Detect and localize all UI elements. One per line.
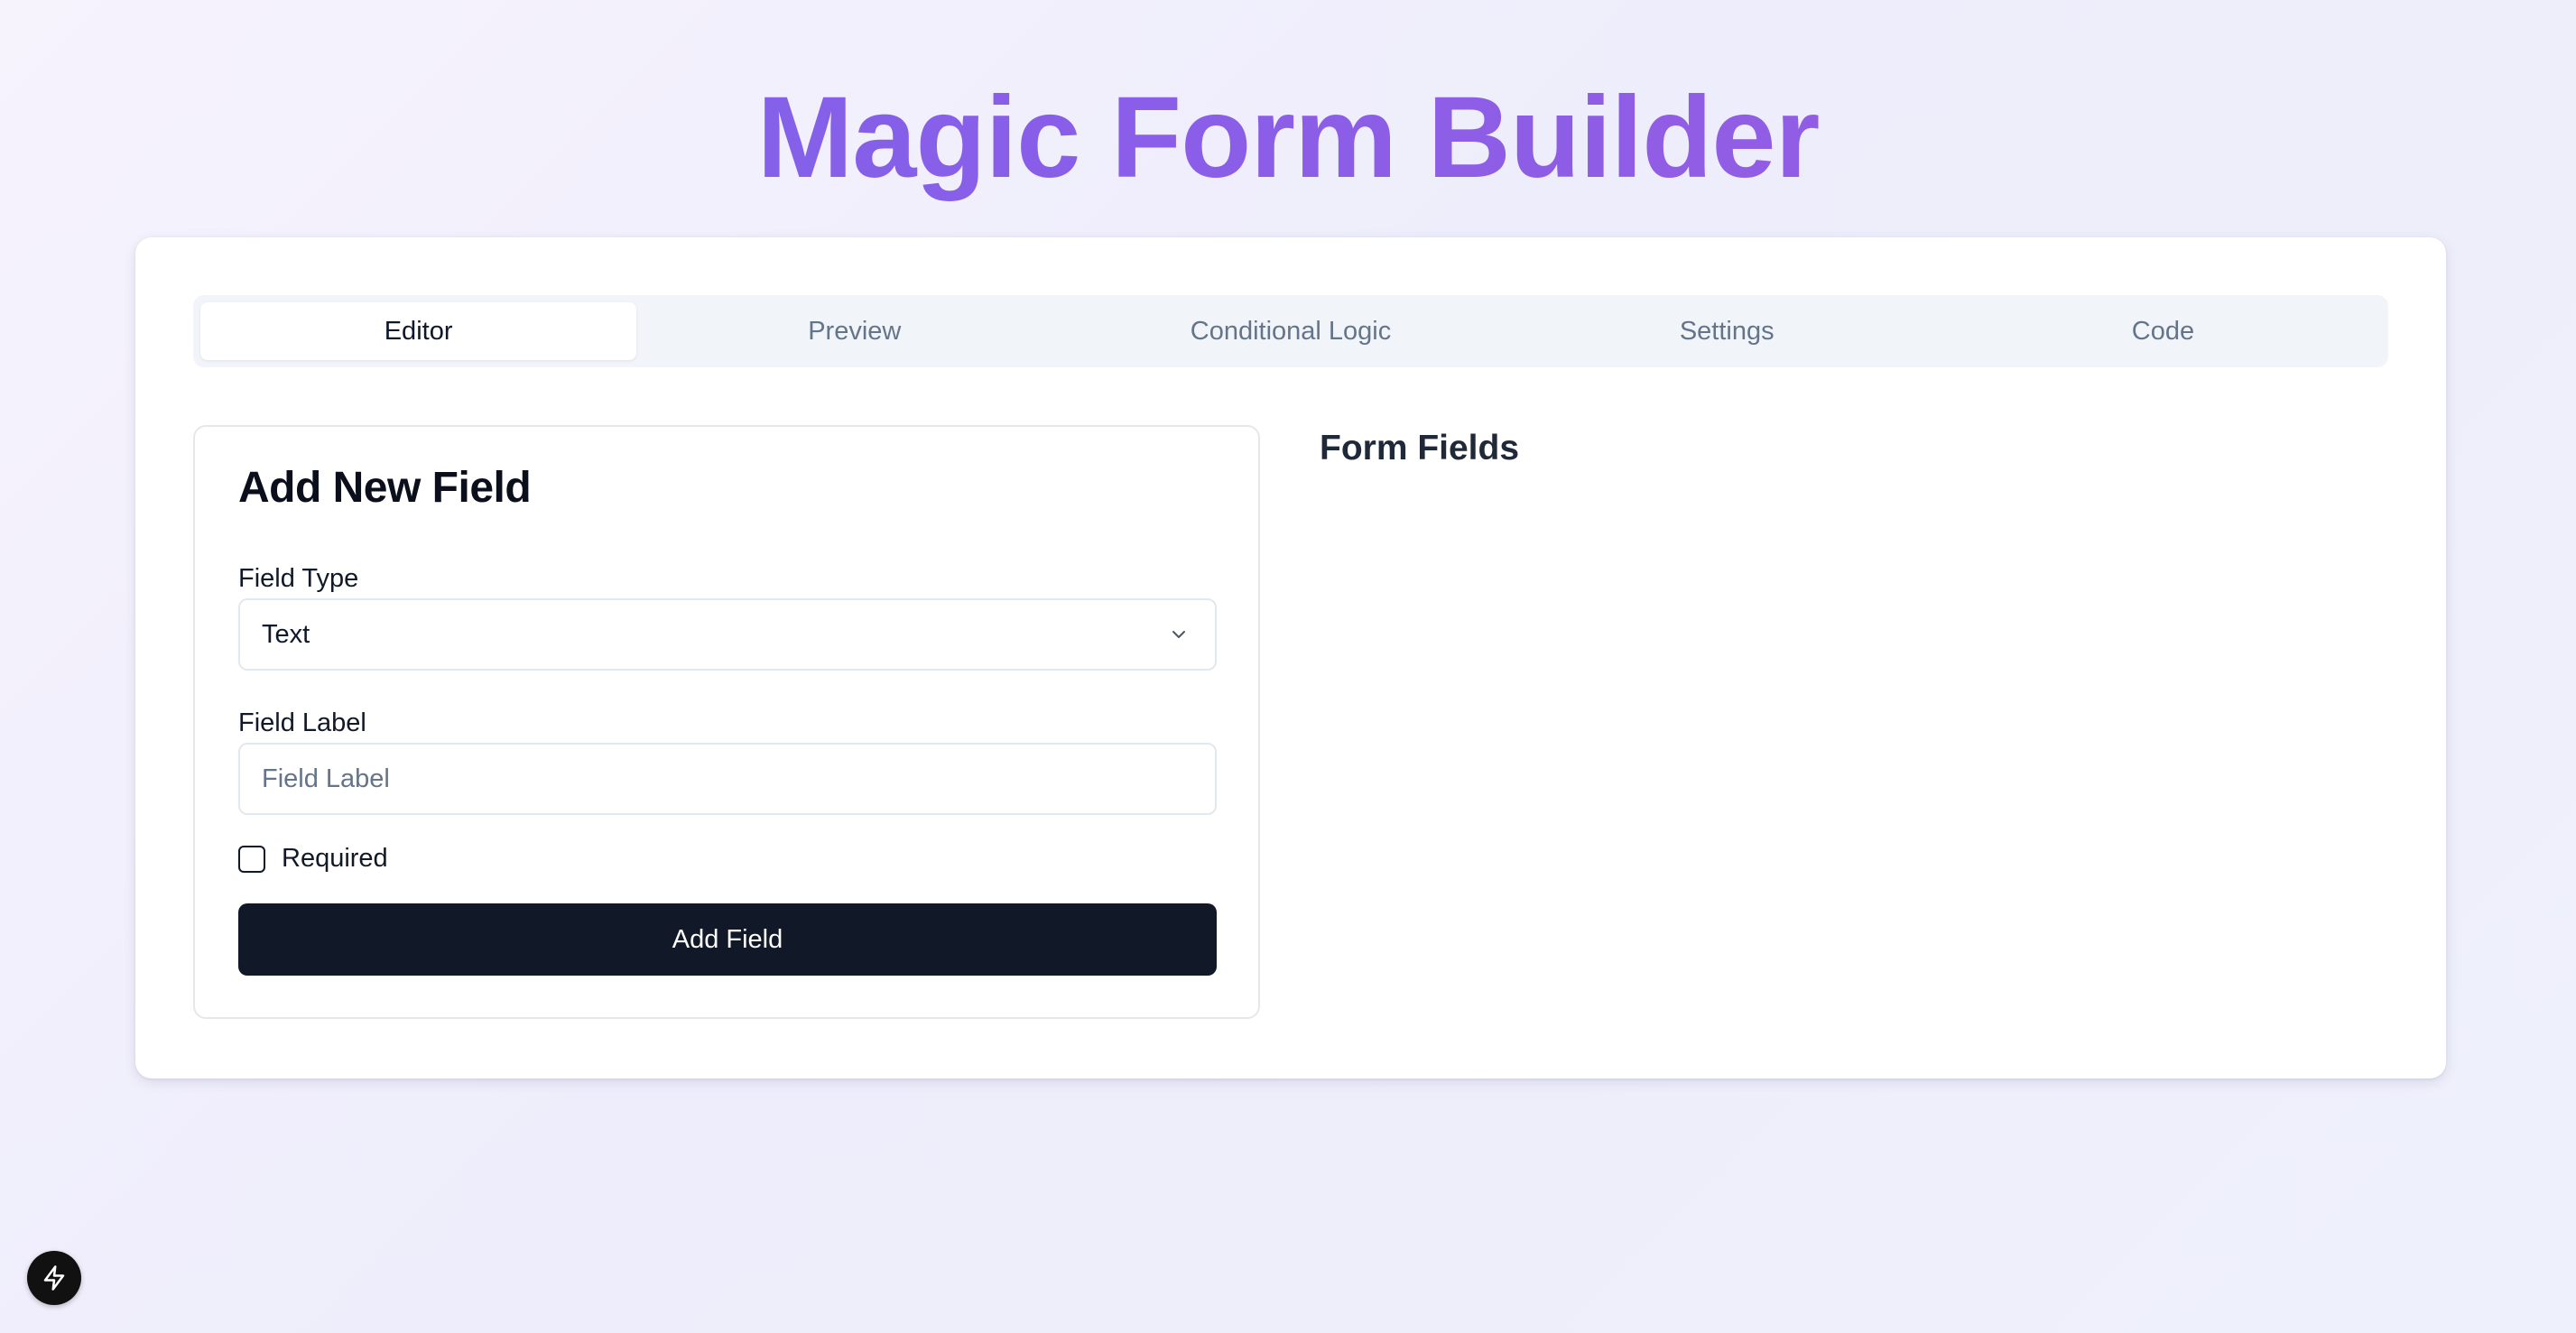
- panel-title: Add New Field: [238, 464, 532, 512]
- tab-preview[interactable]: Preview: [636, 302, 1072, 360]
- tab-conditional-logic[interactable]: Conditional Logic: [1072, 302, 1508, 360]
- field-type-select[interactable]: Text: [238, 598, 1217, 671]
- tab-settings[interactable]: Settings: [1509, 302, 1945, 360]
- form-fields-heading: Form Fields: [1320, 429, 1520, 467]
- required-label[interactable]: Required: [282, 844, 388, 874]
- chevron-down-icon: [1172, 631, 1185, 638]
- required-checkbox[interactable]: [238, 846, 265, 873]
- add-field-panel: Add New Field Field Type Text Field Labe…: [193, 425, 1260, 1019]
- floating-action-button[interactable]: [27, 1251, 81, 1305]
- tab-bar: Editor Preview Conditional Logic Setting…: [193, 295, 2388, 367]
- builder-card: Editor Preview Conditional Logic Setting…: [135, 237, 2446, 1078]
- field-label-input[interactable]: [238, 743, 1217, 815]
- field-type-label: Field Type: [238, 564, 359, 593]
- add-field-button[interactable]: Add Field: [238, 903, 1217, 976]
- field-label-label: Field Label: [238, 708, 366, 737]
- field-type-value: Text: [262, 620, 310, 649]
- app-title: Magic Form Builder: [0, 70, 2576, 206]
- tab-code[interactable]: Code: [1945, 302, 2381, 360]
- lightning-bolt-icon: [43, 1265, 65, 1291]
- tab-editor[interactable]: Editor: [200, 302, 637, 360]
